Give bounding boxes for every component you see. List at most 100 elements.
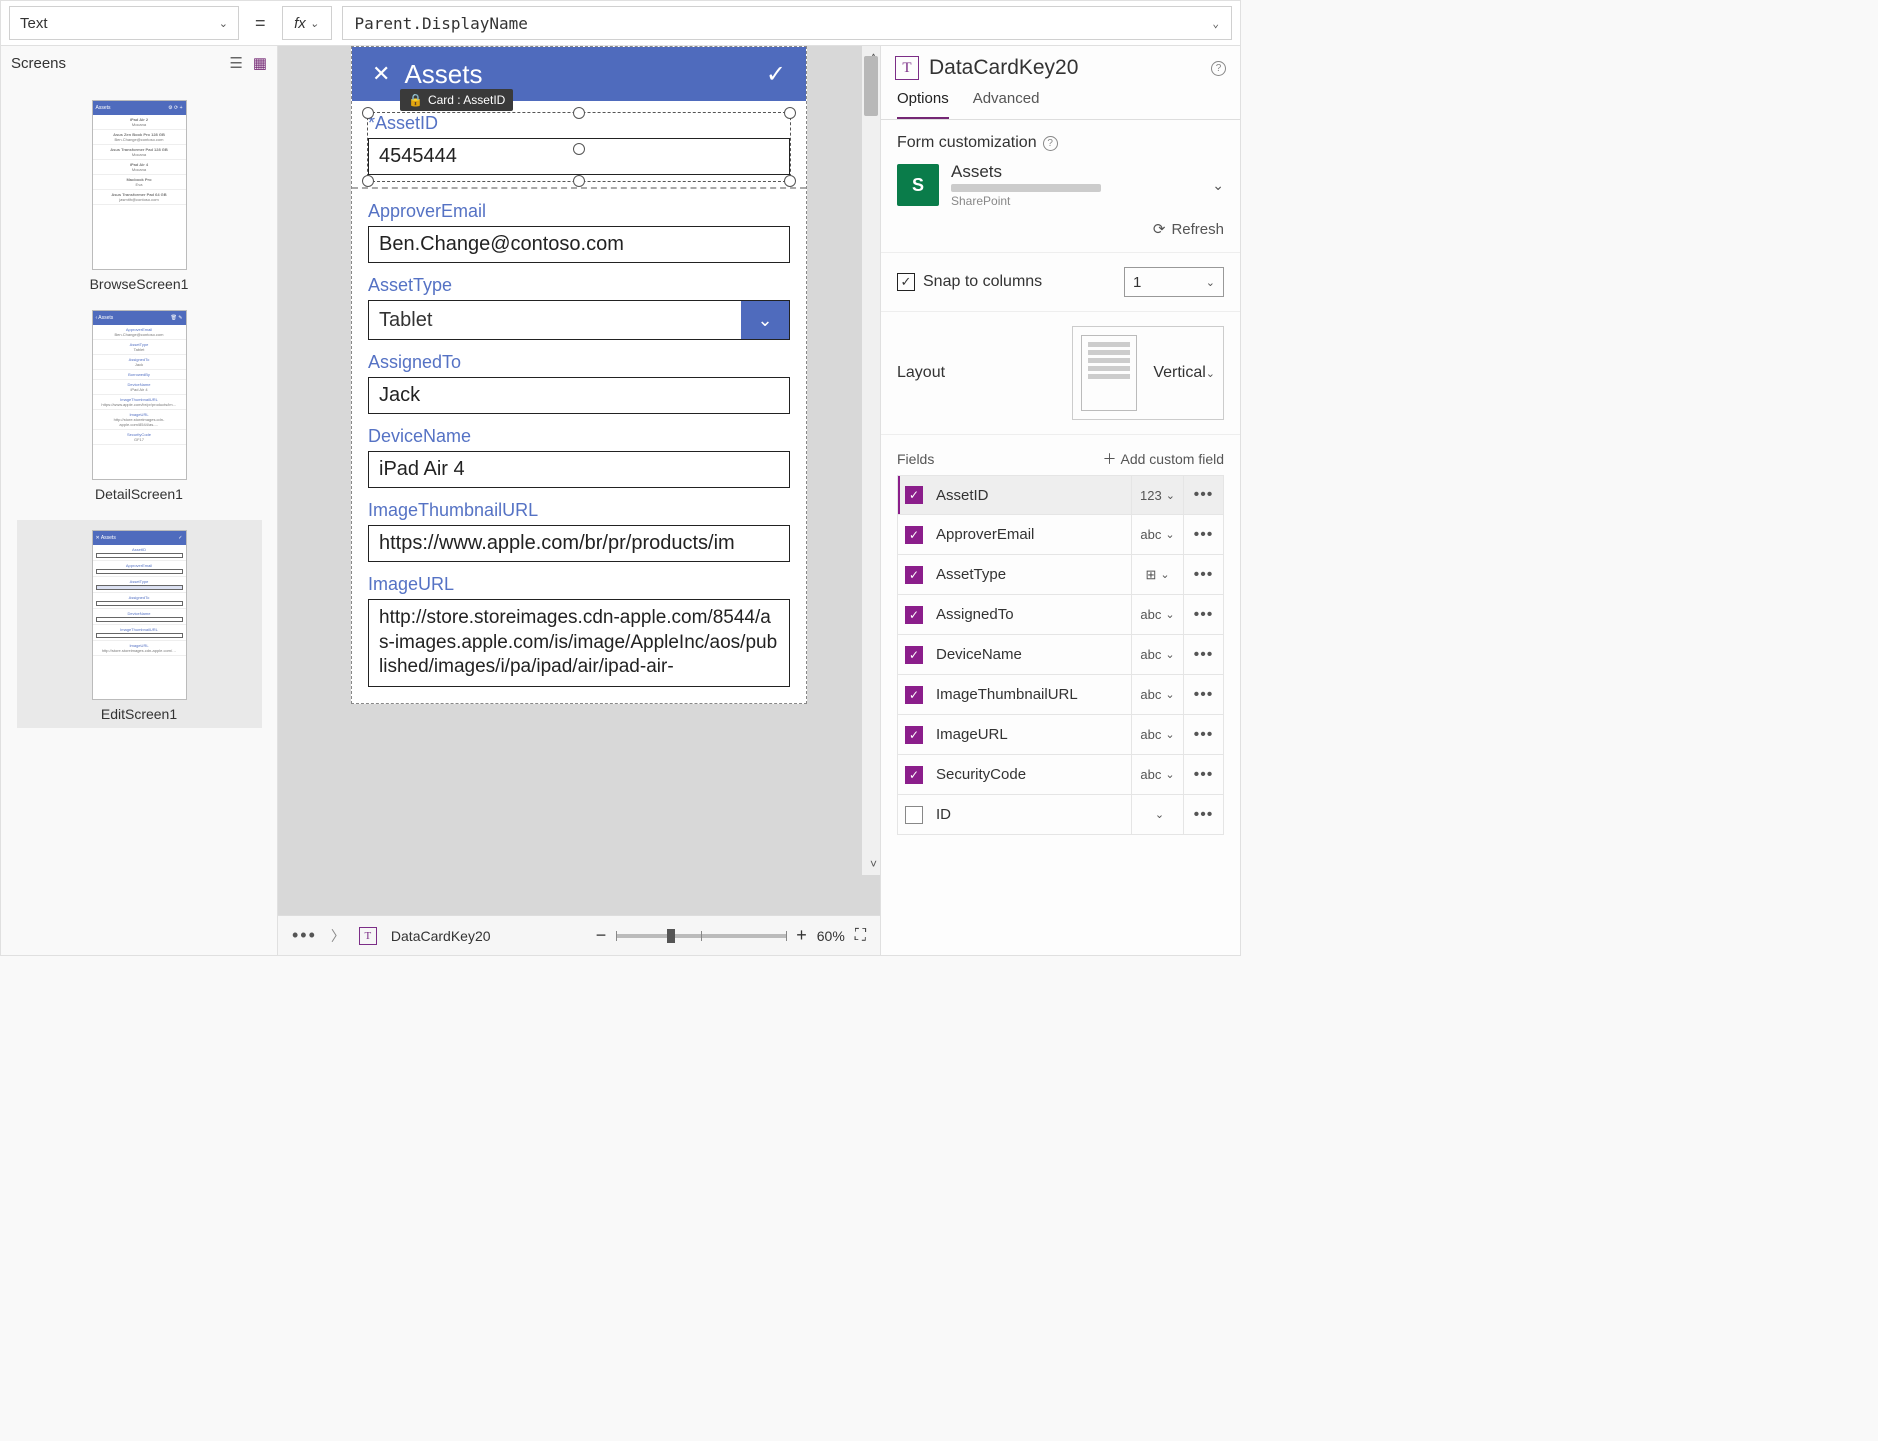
card-tooltip: 🔒 Card : AssetID <box>400 89 513 111</box>
grid-view-icon[interactable]: ▦ <box>253 54 267 72</box>
tab-options[interactable]: Options <box>897 84 949 119</box>
field-row-assetid[interactable]: ✓AssetID123⌄••• <box>897 475 1224 515</box>
field-more-icon[interactable]: ••• <box>1183 635 1223 674</box>
formula-input[interactable]: Parent.DisplayName ⌄ <box>342 6 1232 40</box>
accept-icon[interactable]: ✓ <box>766 60 786 89</box>
thumb-title: Assets <box>101 535 116 541</box>
field-row-approveremail[interactable]: ✓ApproverEmailabc⌄••• <box>897 515 1224 555</box>
field-name: AssignedTo <box>930 606 1131 623</box>
snap-columns-value: 1 <box>1133 274 1141 291</box>
field-row-imageurl[interactable]: ✓ImageURLabc⌄••• <box>897 715 1224 755</box>
snap-columns-select[interactable]: 1 ⌄ <box>1124 267 1224 297</box>
card-assignedto[interactable]: AssignedTo <box>368 352 790 414</box>
breadcrumb-sep-icon: 〉 <box>331 926 345 946</box>
scroll-down-icon[interactable]: ˅ <box>870 857 877 871</box>
phone-frame: 🔒 Card : AssetID ✕ Assets ✓ <box>351 46 807 704</box>
field-checkbox[interactable]: ✓ <box>898 646 930 664</box>
tab-advanced[interactable]: Advanced <box>973 84 1040 119</box>
datasource-name: Assets <box>951 162 1101 182</box>
field-row-devicename[interactable]: ✓DeviceNameabc⌄••• <box>897 635 1224 675</box>
cancel-icon[interactable]: ✕ <box>372 61 390 87</box>
field-row-imagethumbnailurl[interactable]: ✓ImageThumbnailURLabc⌄••• <box>897 675 1224 715</box>
list-view-icon[interactable]: ☰ <box>229 54 242 72</box>
card-assetid[interactable]: *AssetID <box>367 112 791 182</box>
field-more-icon[interactable]: ••• <box>1183 755 1223 794</box>
zoom-slider[interactable] <box>616 934 786 938</box>
chevron-down-icon[interactable]: ⌄ <box>1212 177 1224 194</box>
fx-button[interactable]: fx ⌄ <box>282 6 332 40</box>
field-type-selector[interactable]: abc⌄ <box>1131 675 1183 714</box>
card-assettype[interactable]: AssetType Tablet ⌄ <box>368 275 790 340</box>
field-type-selector[interactable]: abc⌄ <box>1131 755 1183 794</box>
field-checkbox[interactable]: ✓ <box>898 686 930 704</box>
field-checkbox[interactable]: ✓ <box>898 726 930 744</box>
datasource-row[interactable]: S Assets SharePoint ⌄ <box>897 162 1224 208</box>
field-more-icon[interactable]: ••• <box>1183 555 1223 594</box>
help-icon[interactable]: ? <box>1043 136 1058 151</box>
field-name: ID <box>930 806 1131 823</box>
card-thumburl[interactable]: ImageThumbnailURL <box>368 500 790 562</box>
field-type-label: abc <box>1140 687 1161 702</box>
card-devicename[interactable]: DeviceName <box>368 426 790 488</box>
field-checkbox[interactable]: ✓ <box>898 566 930 584</box>
field-more-icon[interactable]: ••• <box>1183 675 1223 714</box>
field-type-selector[interactable]: abc⌄ <box>1131 515 1183 554</box>
screen-thumb-edit[interactable]: ✕ Assets✓ AssetID ApproverEmail AssetTyp… <box>17 520 262 728</box>
zoom-out-button[interactable]: − <box>596 925 607 946</box>
refresh-button[interactable]: Refresh <box>1171 221 1224 238</box>
field-type-selector[interactable]: abc⌄ <box>1131 595 1183 634</box>
sharepoint-icon: S <box>897 164 939 206</box>
card-imageurl[interactable]: ImageURL http://store.storeimages.cdn-ap… <box>368 574 790 687</box>
input-assignedto[interactable] <box>368 377 790 414</box>
snap-label: Snap to columns <box>923 273 1042 291</box>
datasource-type: SharePoint <box>951 194 1101 208</box>
screen-thumb-detail[interactable]: ‹ Assets🗑 ✎ ApproverEmailBen.Change@cont… <box>17 310 262 502</box>
field-type-selector[interactable]: 123⌄ <box>1131 476 1183 514</box>
help-icon[interactable]: ? <box>1211 61 1226 76</box>
field-more-icon[interactable]: ••• <box>1183 715 1223 754</box>
input-imageurl[interactable]: http://store.storeimages.cdn-apple.com/8… <box>368 599 790 687</box>
snap-checkbox[interactable]: ✓ <box>897 273 915 291</box>
chevron-down-icon: ⌄ <box>310 17 319 30</box>
layout-label: Layout <box>897 364 945 382</box>
screen-thumb-browse[interactable]: Assets⚙ ⟳ + iPad Air 2Mocana Asus Zen Bo… <box>17 100 262 292</box>
add-custom-field-button[interactable]: ＋ Add custom field <box>1103 449 1225 469</box>
field-row-assignedto[interactable]: ✓AssignedToabc⌄••• <box>897 595 1224 635</box>
field-type-selector[interactable]: ⌄ <box>1131 795 1183 834</box>
card-approveremail[interactable]: ApproverEmail <box>368 201 790 263</box>
field-checkbox[interactable]: ✓ <box>898 526 930 544</box>
field-row-securitycode[interactable]: ✓SecurityCodeabc⌄••• <box>897 755 1224 795</box>
chevron-down-icon[interactable]: ⌄ <box>741 301 789 339</box>
label-devicename: DeviceName <box>368 426 790 447</box>
zoom-in-button[interactable]: + <box>796 925 807 946</box>
input-thumburl[interactable] <box>368 525 790 562</box>
formula-bar: Text ⌄ = fx ⌄ Parent.DisplayName ⌄ <box>1 1 1240 46</box>
more-icon[interactable]: ••• <box>292 925 317 946</box>
field-more-icon[interactable]: ••• <box>1183 595 1223 634</box>
select-assettype[interactable]: Tablet ⌄ <box>368 300 790 340</box>
field-more-icon[interactable]: ••• <box>1183 795 1223 834</box>
field-checkbox[interactable]: ✓ <box>898 606 930 624</box>
text-control-icon: T <box>895 56 919 80</box>
fit-to-screen-icon[interactable]: ⛶ <box>855 927 866 945</box>
property-selector[interactable]: Text ⌄ <box>9 6 239 40</box>
canvas-scrollbar[interactable]: ˄ ˅ <box>862 46 880 875</box>
layout-select[interactable]: Vertical ⌄ <box>1153 364 1215 382</box>
scroll-thumb[interactable] <box>864 56 878 116</box>
field-checkbox[interactable]: ✓ <box>898 766 930 784</box>
refresh-icon[interactable]: ⟳ <box>1153 220 1166 238</box>
field-type-selector[interactable]: ⊞⌄ <box>1131 555 1183 594</box>
field-type-selector[interactable]: abc⌄ <box>1131 715 1183 754</box>
breadcrumb-current[interactable]: DataCardKey20 <box>391 928 491 944</box>
input-devicename[interactable] <box>368 451 790 488</box>
field-type-selector[interactable]: abc⌄ <box>1131 635 1183 674</box>
field-name: ImageThumbnailURL <box>930 686 1131 703</box>
field-row-assettype[interactable]: ✓AssetType⊞⌄••• <box>897 555 1224 595</box>
selected-control-name: DataCardKey20 <box>929 56 1078 80</box>
input-approveremail[interactable] <box>368 226 790 263</box>
field-row-id[interactable]: ✓ID⌄••• <box>897 795 1224 835</box>
field-more-icon[interactable]: ••• <box>1183 515 1223 554</box>
field-checkbox[interactable]: ✓ <box>898 486 930 504</box>
field-more-icon[interactable]: ••• <box>1183 476 1223 514</box>
field-checkbox[interactable]: ✓ <box>898 806 930 824</box>
